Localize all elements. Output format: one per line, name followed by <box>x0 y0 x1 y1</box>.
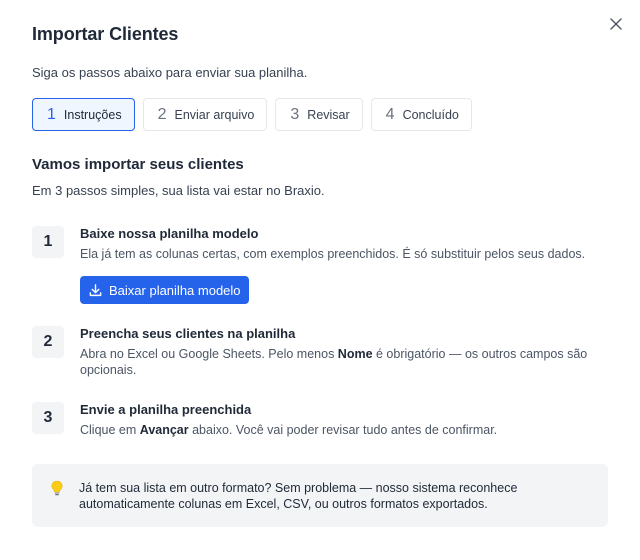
step-concluido[interactable]: 4 Concluído <box>370 98 472 131</box>
instruction-title: Preencha seus clientes na planilha <box>80 326 296 341</box>
step-revisar[interactable]: 3 Revisar <box>275 98 363 131</box>
lightbulb-icon <box>50 480 64 499</box>
step-label: Instruções <box>63 107 122 122</box>
tip-box: Já tem sua lista em outro formato? Sem p… <box>32 464 608 527</box>
step-badge: 2 <box>32 326 64 358</box>
instruction-desc: Ela já tem as colunas certas, com exempl… <box>80 247 586 261</box>
step-number: 2 <box>157 105 167 123</box>
bold-avancar: Avançar <box>139 423 189 437</box>
step-badge: 1 <box>32 226 64 258</box>
step-badge: 3 <box>32 402 64 434</box>
step-number: 3 <box>290 105 300 123</box>
download-button-label: Baixar planilha modelo <box>109 282 241 298</box>
step-number: 1 <box>47 105 56 123</box>
download-template-button[interactable]: Baixar planilha modelo <box>80 276 249 304</box>
step-instrucoes[interactable]: 1 Instruções <box>32 98 135 131</box>
instruction-title: Envie a planilha preenchida <box>80 402 252 417</box>
import-clients-dialog: Importar Clientes Siga os passos abaixo … <box>0 0 640 560</box>
instruction-step-1: 1 Baixe nossa planilha modelo Ela já tem… <box>32 226 608 310</box>
step-enviar-arquivo[interactable]: 2 Enviar arquivo <box>142 98 268 131</box>
step-label: Revisar <box>307 107 350 122</box>
section-subtitle: Em 3 passos simples, sua lista vai estar… <box>32 183 325 198</box>
instruction-desc: Clique em Avançar abaixo. Você vai poder… <box>80 423 498 437</box>
close-button[interactable] <box>606 14 626 34</box>
step-label: Concluído <box>402 107 459 122</box>
step-number: 4 <box>385 105 395 123</box>
section-title: Vamos importar seus clientes <box>32 156 244 173</box>
bold-nome: Nome <box>337 347 373 361</box>
stepper: 1 Instruções 2 Enviar arquivo 3 Revisar … <box>32 98 472 131</box>
instruction-step-3: 3 Envie a planilha preenchida Clique em … <box>32 402 608 442</box>
instruction-desc: Abra no Excel ou Google Sheets. Pelo men… <box>80 347 588 377</box>
tip-text: Já tem sua lista em outro formato? Sem p… <box>79 481 518 511</box>
instruction-step-2: 2 Preencha seus clientes na planilha Abr… <box>32 326 608 382</box>
instruction-title: Baixe nossa planilha modelo <box>80 226 259 241</box>
dialog-title: Importar Clientes <box>32 24 179 44</box>
close-icon[interactable] <box>610 18 622 30</box>
dialog-subtitle: Siga os passos abaixo para enviar sua pl… <box>32 65 308 80</box>
download-icon <box>89 283 102 296</box>
step-label: Enviar arquivo <box>174 107 255 122</box>
